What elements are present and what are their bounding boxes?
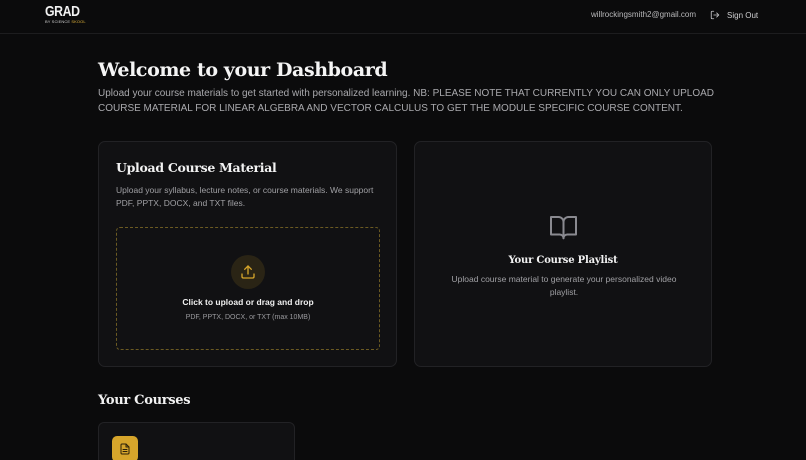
sign-out-label: Sign Out (727, 10, 759, 20)
file-dropzone[interactable]: Click to upload or drag and drop PDF, PP… (116, 227, 380, 350)
course-icon-box (112, 436, 138, 460)
file-text-icon (120, 443, 130, 455)
upload-icon (241, 265, 255, 279)
dropzone-subtitle: PDF, PPTX, DOCX, or TXT (max 10MB) (185, 314, 311, 321)
playlist-card-description: Upload course material to generate your … (451, 274, 677, 297)
grad-logo[interactable]: GRAD BY SCIENCE SKOOL (45, 3, 86, 28)
upload-card-description: Upload your syllabus, lecture notes, or … (116, 185, 374, 208)
course-playlist-card: Your Course Playlist Upload course mater… (414, 141, 712, 367)
playlist-card-title: Your Course Playlist (508, 255, 618, 266)
book-open-icon (550, 216, 577, 240)
course-card[interactable] (98, 422, 295, 460)
intro-text: Upload your course materials to get star… (98, 88, 714, 114)
upload-card-title: Upload Course Material (116, 160, 277, 175)
top-navigation-bar: GRAD BY SCIENCE SKOOL willrockingsmith2@… (0, 0, 806, 34)
sign-out-button[interactable]: Sign Out (710, 8, 758, 22)
page-title: Welcome to your Dashboard (98, 59, 388, 81)
your-courses-heading: Your Courses (98, 393, 191, 408)
user-email: willrockingsmith2@gmail.com (591, 10, 697, 19)
upload-icon-circle (231, 255, 265, 289)
log-out-icon (710, 10, 720, 20)
upload-course-material-card: Upload Course Material Upload your sylla… (98, 141, 397, 367)
dropzone-title: Click to upload or drag and drop (182, 297, 314, 307)
logo-wordmark: GRAD (45, 3, 80, 20)
